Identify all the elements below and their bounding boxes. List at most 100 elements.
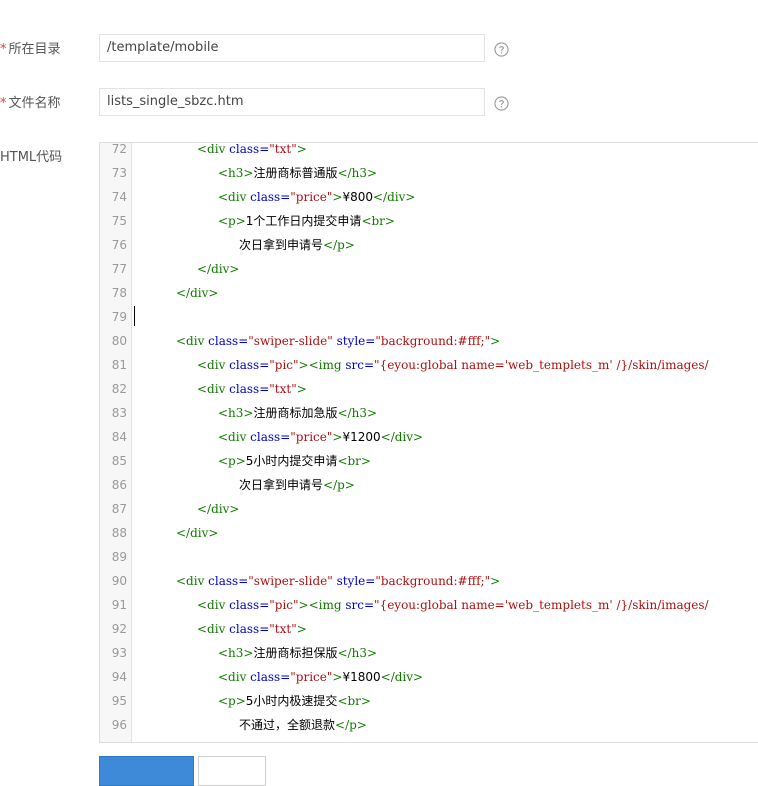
line-number: 83 xyxy=(111,406,127,420)
line-number: 91 xyxy=(111,598,127,612)
code-token: class= xyxy=(229,358,270,372)
directory-input[interactable]: /template/mobile xyxy=(99,34,485,62)
code-text: <div class="price">¥1200</div> xyxy=(218,425,423,449)
code-token: </div> xyxy=(176,286,219,300)
code-line: 77 </div> xyxy=(100,257,758,281)
line-number: 72 xyxy=(111,142,127,156)
code-token: > xyxy=(332,190,343,204)
code-token: > xyxy=(296,142,307,156)
code-token: "pic" xyxy=(269,358,299,372)
code-line: 87 </div> xyxy=(100,497,758,521)
back-button[interactable] xyxy=(198,756,266,786)
line-number: 73 xyxy=(111,166,127,180)
code-token: </h3> xyxy=(337,406,378,420)
code-line: 75 <p>1个工作日内提交申请<br> xyxy=(100,209,758,233)
code-token: ><img xyxy=(298,598,346,612)
code-token: 次日拿到申请号 xyxy=(239,478,324,492)
line-number: 84 xyxy=(111,430,127,444)
code-token: <p> xyxy=(218,454,246,468)
code-token: <p> xyxy=(218,694,246,708)
code-line: 94 <div class="price">¥1800</div> xyxy=(100,665,758,689)
help-icon[interactable] xyxy=(494,96,509,111)
code-token: "price" xyxy=(290,430,333,444)
code-token: <h3> xyxy=(218,166,254,180)
code-line: 90 <div class="swiper-slide" style="backg… xyxy=(100,569,758,593)
code-token: 5小时内提交申请 xyxy=(245,454,338,468)
code-text: <div class="swiper-slide" style="backgro… xyxy=(176,329,500,353)
submit-button[interactable] xyxy=(99,756,194,786)
code-text: 不通过，全额退款</p> xyxy=(239,713,367,737)
code-token: </p> xyxy=(323,238,355,252)
code-token: 注册商标加急版 xyxy=(253,406,338,420)
code-token: <p> xyxy=(218,214,246,228)
code-token: style= xyxy=(332,574,376,588)
code-token: 次日拿到申请号 xyxy=(239,238,324,252)
code-token: 不通过，全额退款 xyxy=(239,718,336,732)
code-text: <h3>注册商标加急版</h3> xyxy=(218,401,377,425)
line-number: 89 xyxy=(111,550,127,564)
code-token: > xyxy=(490,574,501,588)
code-token: "price" xyxy=(290,190,333,204)
code-token: "txt" xyxy=(269,142,297,156)
code-token: <div xyxy=(218,190,251,204)
code-token: "background:#fff;" xyxy=(375,334,491,348)
required-mark: * xyxy=(0,42,7,57)
code-text: </div> xyxy=(176,281,218,305)
line-number: 85 xyxy=(111,454,127,468)
code-token: <div xyxy=(176,334,209,348)
code-token: </div> xyxy=(176,526,219,540)
code-text: <div class="txt"> xyxy=(197,377,307,401)
code-token: </h3> xyxy=(337,166,378,180)
code-token: "pic" xyxy=(269,598,299,612)
code-token: > xyxy=(296,622,307,636)
code-line: 79 xyxy=(100,305,758,329)
required-mark: * xyxy=(0,96,7,111)
code-line: 88 </div> xyxy=(100,521,758,545)
code-token: <h3> xyxy=(218,406,254,420)
code-line: 93 <h3>注册商标担保版</h3> xyxy=(100,641,758,665)
code-line: 80 <div class="swiper-slide" style="backg… xyxy=(100,329,758,353)
code-token: </div> xyxy=(197,502,240,516)
code-token: </p> xyxy=(323,478,355,492)
code-text: </div> xyxy=(197,257,239,281)
code-line: 96 不通过，全额退款</p> xyxy=(100,713,758,737)
code-token: <div xyxy=(176,574,209,588)
code-text: <div class="txt"> xyxy=(197,617,307,641)
filename-input[interactable]: lists_single_sbzc.htm xyxy=(99,88,485,116)
code-token: class= xyxy=(208,334,249,348)
code-text: <div class="price">¥800</div> xyxy=(218,185,415,209)
code-editor[interactable]: 72 <div class="txt"> 73 <h3>注册商标普通版</h3> 74 <… xyxy=(99,142,758,743)
line-number: 90 xyxy=(111,574,127,588)
directory-label: * 所在目录 xyxy=(0,42,61,57)
code-token: <div xyxy=(218,670,251,684)
code-token: "price" xyxy=(290,670,333,684)
help-icon[interactable] xyxy=(494,42,509,57)
code-token: </h3> xyxy=(337,646,378,660)
line-number: 76 xyxy=(111,238,127,252)
code-text: <div class="swiper-slide" style="backgro… xyxy=(176,569,500,593)
code-token: class= xyxy=(250,670,291,684)
code-token: class= xyxy=(229,142,270,156)
code-token: 1个工作日内提交申请 xyxy=(245,214,362,228)
code-text: </div> xyxy=(197,497,239,521)
code-token: ¥800 xyxy=(342,190,373,204)
code-token: ><img xyxy=(298,358,346,372)
code-token: "swiper-slide" xyxy=(248,574,333,588)
line-number: 93 xyxy=(111,646,127,660)
code-token: class= xyxy=(229,622,270,636)
code-line: 83 <h3>注册商标加急版</h3> xyxy=(100,401,758,425)
code-text: <div class="pic"><img src="{eyou:global … xyxy=(197,353,709,377)
code-line: 72 <div class="txt"> xyxy=(100,142,758,161)
code-token: 注册商标普通版 xyxy=(253,166,338,180)
code-token: <div xyxy=(197,382,230,396)
code-token: <br> xyxy=(337,454,371,468)
line-number: 96 xyxy=(111,718,127,732)
code-token: </div> xyxy=(380,430,424,444)
code-text: 次日拿到申请号</p> xyxy=(239,473,355,497)
code-line: 91 <div class="pic"><img src="{eyou:globa… xyxy=(100,593,758,617)
code-line: 74 <div class="price">¥800</div> xyxy=(100,185,758,209)
code-token: class= xyxy=(250,190,291,204)
code-line: 92 <div class="txt"> xyxy=(100,617,758,641)
filename-label: * 文件名称 xyxy=(0,96,61,111)
code-token: <div xyxy=(197,142,230,156)
